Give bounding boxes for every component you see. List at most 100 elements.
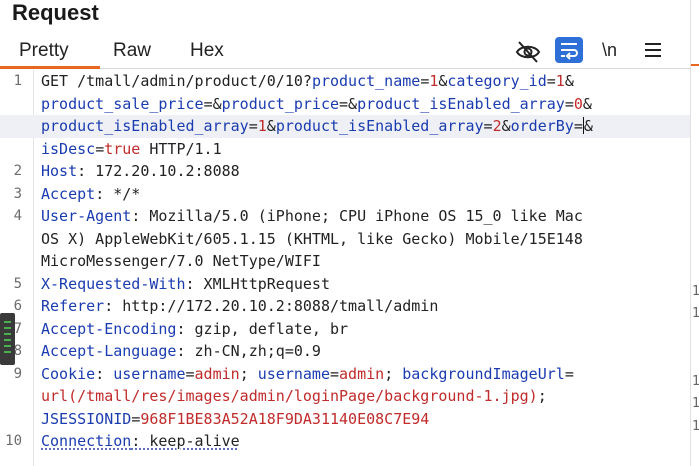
- token-plain: =: [248, 117, 258, 135]
- code-line[interactable]: OS X) AppleWebKit/605.1.15 (KHTML, like …: [0, 228, 690, 251]
- token-value: 968F1BE83A52A18F9DA31140E08C7E94: [140, 409, 430, 428]
- token-key: product_sale_price: [41, 94, 204, 113]
- code-line[interactable]: 6 Referer: http://172.20.10.2:8088/tmall/…: [0, 295, 690, 318]
- token-plain: =: [573, 117, 583, 135]
- token-key: username: [257, 364, 330, 383]
- token-key: Accept: [41, 184, 96, 203]
- request-editor[interactable]: 1 GET /tmall/admin/product/0/10?product_n…: [0, 70, 690, 466]
- token-key: Connection: [41, 432, 132, 450]
- scroll-handle[interactable]: [0, 313, 15, 365]
- response-panel-accent: [691, 64, 699, 66]
- line-number: 1: [13, 73, 22, 89]
- word-wrap-icon[interactable]: [555, 37, 583, 63]
- line-number: 5: [13, 275, 22, 292]
- token-value: 1: [555, 72, 565, 90]
- code-text: GET /tmall/admin/product/0/10?product_na…: [41, 70, 574, 93]
- token-key: product_isEnabled_array: [275, 117, 484, 135]
- token-key: product_isEnabled_array: [41, 117, 249, 135]
- code-line[interactable]: 2 Host: 172.20.10.2:8088: [0, 160, 690, 183]
- token-plain: =: [185, 364, 195, 383]
- token-key: isDesc: [41, 139, 96, 158]
- token-key: orderBy: [510, 117, 574, 135]
- token-plain: : gzip, deflate, br: [176, 319, 349, 338]
- token-plain: ;: [384, 364, 403, 383]
- code-line[interactable]: MicroMessenger/7.0 NetType/WIFI: [0, 250, 690, 273]
- line-number: 2: [13, 163, 22, 179]
- token-plain: &: [582, 94, 592, 113]
- code-text: Referer: http://172.20.10.2:8088/tmall/a…: [41, 295, 438, 318]
- token-key: X-Requested-With: [41, 274, 186, 293]
- code-line[interactable]: isDesc=true HTTP/1.1: [0, 138, 690, 161]
- eye-slash-icon[interactable]: [514, 39, 542, 67]
- token-plain: =&: [339, 94, 358, 113]
- panel-title: Request: [12, 0, 99, 25]
- code-text: Connection: keep-alive: [41, 430, 240, 453]
- code-text: User-Agent: Mozilla/5.0 (iPhone; CPU iPh…: [41, 205, 583, 228]
- code-line[interactable]: product_sale_price=&product_price=&produ…: [0, 93, 690, 116]
- tab-divider: [0, 68, 690, 69]
- token-plain: HTTP/1.1: [140, 139, 222, 158]
- token-plain: =: [483, 117, 493, 135]
- token-plain: ;: [537, 387, 547, 405]
- code-line[interactable]: 8 Accept-Language: zh-CN,zh;q=0.9: [0, 340, 690, 363]
- code-text: Host: 172.20.10.2:8088: [41, 160, 240, 183]
- code-text: Accept: */*: [41, 183, 140, 206]
- token-plain: MicroMessenger/7.0 NetType/WIFI: [41, 252, 321, 270]
- token-value: url(/tmall/res/images/admin/loginPage/ba…: [41, 387, 538, 405]
- code-line[interactable]: product_isEnabled_array=1&product_isEnab…: [0, 115, 690, 138]
- token-plain: =: [546, 72, 556, 90]
- token-value: admin: [339, 364, 385, 383]
- response-line-number: 1: [692, 306, 699, 321]
- token-plain: =&: [203, 94, 222, 113]
- code-line[interactable]: 10 Connection: keep-alive: [0, 430, 690, 453]
- token-key: JSESSIONID: [41, 409, 132, 428]
- hamburger-menu-icon[interactable]: [644, 39, 672, 67]
- code-line[interactable]: 4 User-Agent: Mozilla/5.0 (iPhone; CPU iP…: [0, 205, 690, 228]
- token-plain: =: [420, 72, 430, 90]
- token-plain: =: [564, 364, 574, 383]
- token-plain: : XMLHttpRequest: [185, 274, 331, 293]
- code-line[interactable]: 1 GET /tmall/admin/product/0/10?product_n…: [0, 70, 690, 93]
- token-value: true: [104, 139, 141, 158]
- code-line[interactable]: 3 Accept: */*: [0, 183, 690, 206]
- token-key: product_isEnabled_array: [357, 94, 565, 113]
- token-key: product_price: [221, 94, 340, 113]
- token-key: Accept-Encoding: [41, 319, 177, 338]
- token-plain: &: [501, 117, 511, 135]
- token-plain: : 172.20.10.2:8088: [77, 162, 240, 180]
- code-text: product_isEnabled_array=1&product_isEnab…: [41, 115, 593, 138]
- line-number: 10: [5, 433, 22, 449]
- token-value: 1: [257, 117, 267, 135]
- token-plain: : http://172.20.10.2:8088/tmall/admin: [104, 297, 439, 315]
- code-line[interactable]: JSESSIONID=968F1BE83A52A18F9DA31140E08C7…: [0, 408, 690, 431]
- code-line[interactable]: 7 Accept-Encoding: gzip, deflate, br: [0, 318, 690, 341]
- token-key: product_name: [311, 72, 421, 90]
- code-line[interactable]: 9 Cookie: username=admin; username=admin;…: [0, 363, 690, 386]
- token-plain: &: [266, 117, 276, 135]
- tab-raw[interactable]: Raw: [113, 40, 151, 62]
- code-line[interactable]: 5 X-Requested-With: XMLHttpRequest: [0, 273, 690, 296]
- token-key: Accept-Language: [41, 342, 177, 360]
- token-plain: : */*: [95, 184, 141, 203]
- token-key: category_id: [447, 72, 547, 90]
- token-plain: :: [95, 364, 114, 383]
- code-text: OS X) AppleWebKit/605.1.15 (KHTML, like …: [41, 228, 583, 251]
- code-text: JSESSIONID=968F1BE83A52A18F9DA31140E08C7…: [41, 408, 429, 431]
- show-newlines-button[interactable]: \n: [602, 38, 617, 62]
- token-plain: =: [131, 409, 141, 428]
- active-tab-indicator: [0, 66, 100, 69]
- token-plain: : keep-alive: [131, 432, 240, 450]
- token-plain: ;: [239, 364, 258, 383]
- code-text: X-Requested-With: XMLHttpRequest: [41, 273, 330, 296]
- tab-pretty[interactable]: Pretty: [19, 40, 69, 62]
- token-key: backgroundImageUrl: [402, 364, 565, 383]
- token-plain: &: [564, 72, 574, 90]
- token-plain: GET /tmall/admin/product/0/10?: [41, 72, 312, 90]
- code-text: Accept-Language: zh-CN,zh;q=0.9: [41, 340, 321, 363]
- token-key: username: [113, 364, 186, 383]
- token-key: User-Agent: [41, 207, 132, 225]
- token-plain: : Mozilla/5.0 (iPhone; CPU iPhone OS 15_…: [131, 207, 583, 225]
- response-line-number: 1: [692, 284, 699, 299]
- code-line[interactable]: url(/tmall/res/images/admin/loginPage/ba…: [0, 385, 690, 408]
- tab-hex[interactable]: Hex: [190, 40, 224, 62]
